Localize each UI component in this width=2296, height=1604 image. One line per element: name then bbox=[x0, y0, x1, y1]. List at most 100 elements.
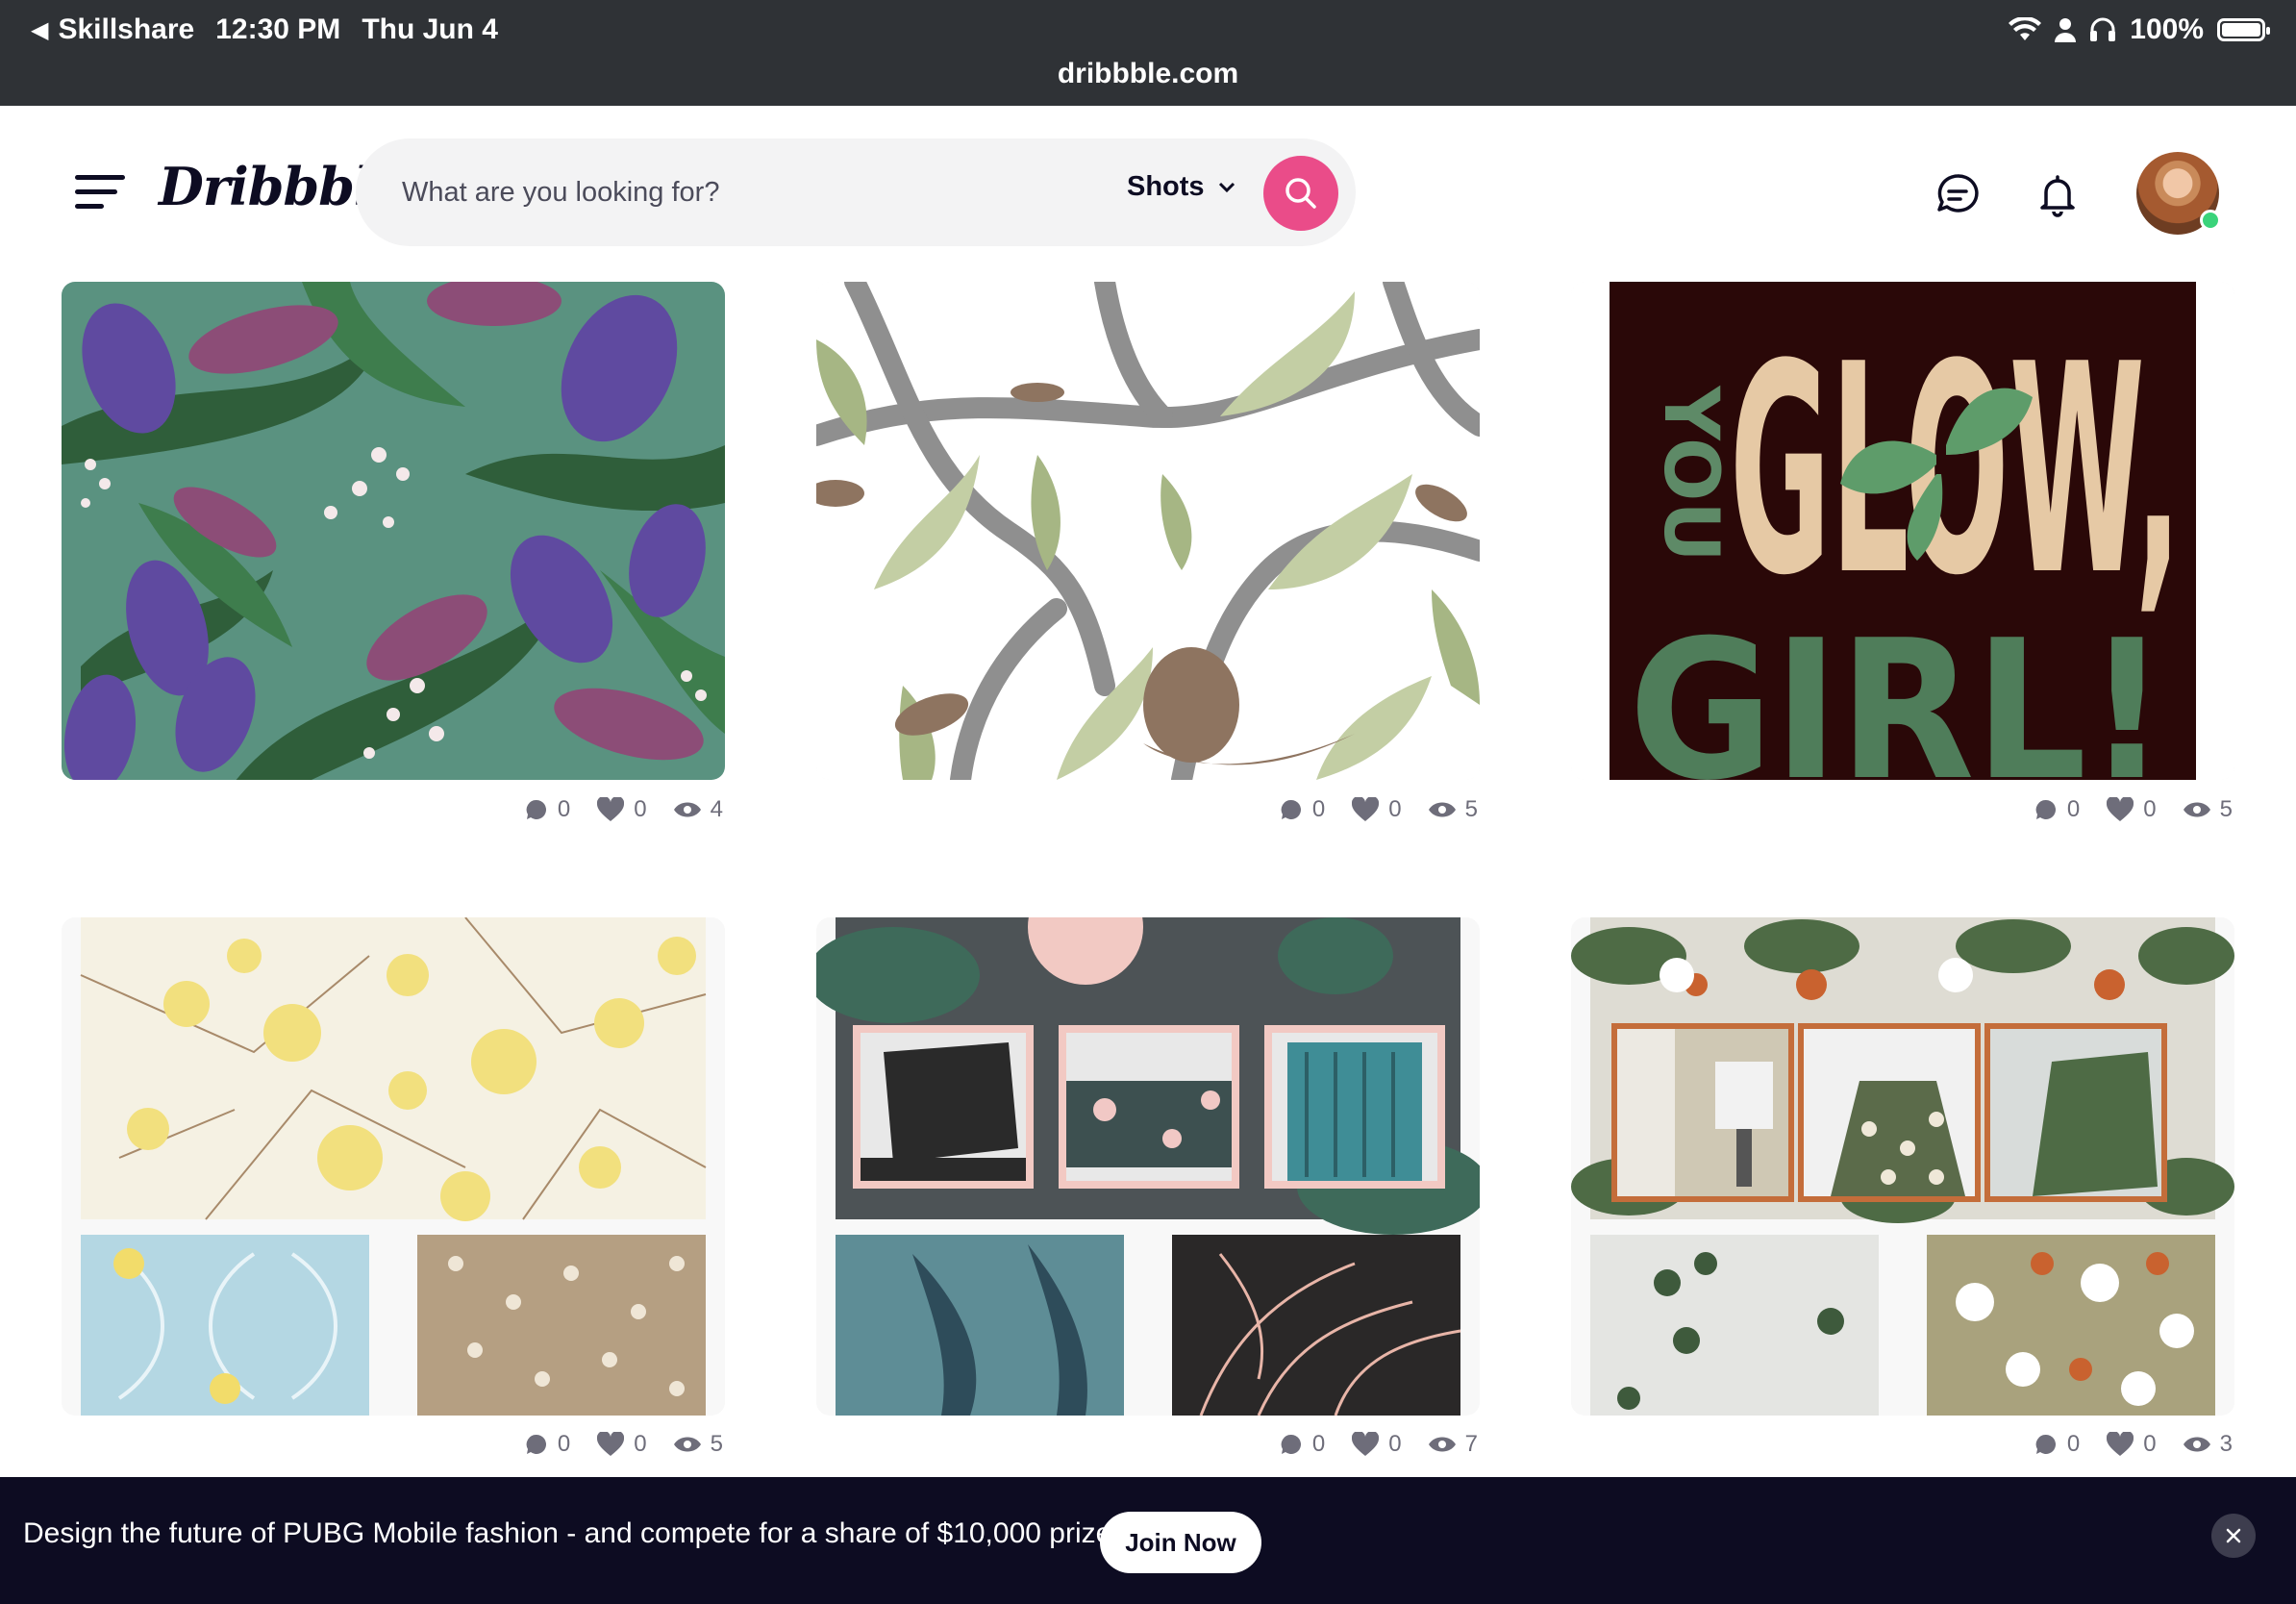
shot-card-3[interactable]: YOU GLOW, GIRL! bbox=[1571, 282, 2234, 780]
likes-count: 0 bbox=[1388, 1431, 1402, 1457]
site-header: Dribbble Shots bbox=[0, 106, 2296, 279]
views-stat: 5 bbox=[1428, 796, 1478, 823]
eye-icon bbox=[673, 1437, 701, 1452]
shot-card-6[interactable] bbox=[1571, 917, 2234, 1416]
shot-thumbnail-1 bbox=[62, 282, 725, 780]
eye-icon bbox=[1428, 1437, 1456, 1452]
comment-icon bbox=[1281, 1434, 1301, 1454]
shot-card-1[interactable] bbox=[62, 282, 725, 780]
shot-stats-2: 0 0 5 bbox=[1280, 796, 1478, 823]
shot-thumbnail-5 bbox=[816, 917, 1480, 1416]
back-app-label[interactable]: Skillshare bbox=[58, 13, 194, 46]
shot-card-5[interactable] bbox=[816, 917, 1480, 1416]
online-status-dot bbox=[2200, 210, 2221, 231]
battery-icon bbox=[2217, 18, 2270, 41]
search-button[interactable] bbox=[1263, 156, 1338, 231]
promo-banner-text: Design the future of PUBG Mobile fashion… bbox=[23, 1517, 1135, 1549]
comments-count: 0 bbox=[1311, 1431, 1326, 1457]
shot-card-4[interactable] bbox=[62, 917, 725, 1416]
shot-stats-3: 0 0 5 bbox=[2034, 796, 2233, 823]
promo-banner: Design the future of PUBG Mobile fashion… bbox=[0, 1477, 2296, 1604]
likes-count: 0 bbox=[2143, 796, 2157, 822]
comments-stat: 0 bbox=[525, 796, 570, 823]
shot-stats-1: 0 0 4 bbox=[525, 796, 723, 823]
views-count: 3 bbox=[2219, 1431, 2233, 1457]
wifi-icon bbox=[2009, 17, 2042, 40]
likes-stat[interactable]: 0 bbox=[1352, 796, 1402, 823]
comment-icon bbox=[2035, 1434, 2056, 1454]
views-count: 7 bbox=[1464, 1431, 1478, 1457]
url-label[interactable]: dribbble.com bbox=[0, 58, 2296, 90]
heart-icon bbox=[597, 1432, 625, 1456]
comment-icon bbox=[526, 1434, 546, 1454]
shot-stats-5: 0 0 7 bbox=[1280, 1431, 1478, 1458]
comments-count: 0 bbox=[557, 1431, 571, 1457]
person-icon bbox=[2055, 18, 2077, 42]
eye-icon bbox=[673, 802, 701, 817]
battery-percent: 100% bbox=[2130, 13, 2204, 45]
likes-stat[interactable]: 0 bbox=[2107, 796, 2157, 823]
shot-thumbnail-2 bbox=[816, 282, 1480, 780]
likes-stat[interactable]: 0 bbox=[597, 1431, 647, 1458]
chevron-down-icon bbox=[1218, 182, 1235, 192]
notifications-bell-icon[interactable] bbox=[2034, 171, 2081, 217]
likes-stat[interactable]: 0 bbox=[597, 796, 647, 823]
status-bar: ◀ Skillshare 12:30 PM Thu Jun 4 100% dri… bbox=[0, 0, 2296, 106]
comments-stat: 0 bbox=[2034, 796, 2080, 823]
comment-icon bbox=[526, 799, 546, 819]
views-stat: 5 bbox=[2183, 796, 2233, 823]
comments-count: 0 bbox=[2066, 796, 2081, 822]
search-icon bbox=[1285, 178, 1316, 209]
comments-stat: 0 bbox=[525, 1431, 570, 1458]
shot-stats-4: 0 0 5 bbox=[525, 1431, 723, 1458]
heart-icon bbox=[597, 797, 625, 821]
eye-icon bbox=[2183, 1437, 2210, 1452]
headphones-icon bbox=[2090, 17, 2116, 41]
comment-icon bbox=[2035, 799, 2056, 819]
search-filter-label: Shots bbox=[1127, 171, 1205, 202]
views-stat: 4 bbox=[673, 796, 723, 823]
views-stat: 5 bbox=[673, 1431, 723, 1458]
close-banner-button[interactable] bbox=[2211, 1514, 2256, 1558]
heart-icon bbox=[1352, 1432, 1380, 1456]
eye-icon bbox=[2183, 802, 2210, 817]
search-bar: Shots bbox=[356, 138, 1356, 246]
views-count: 4 bbox=[710, 796, 723, 822]
messages-icon[interactable] bbox=[1934, 171, 1981, 217]
status-left: ◀ Skillshare 12:30 PM Thu Jun 4 bbox=[31, 13, 498, 46]
likes-count: 0 bbox=[1388, 796, 1402, 822]
views-count: 5 bbox=[710, 1431, 723, 1457]
likes-count: 0 bbox=[634, 796, 647, 822]
heart-icon bbox=[2107, 797, 2134, 821]
views-count: 5 bbox=[1464, 796, 1478, 822]
views-stat: 7 bbox=[1428, 1431, 1478, 1458]
lettering-girl: GIRL! bbox=[1629, 599, 2167, 780]
likes-count: 0 bbox=[634, 1431, 647, 1457]
status-time: 12:30 PM bbox=[215, 13, 341, 45]
likes-stat[interactable]: 0 bbox=[1352, 1431, 1402, 1458]
shot-thumbnail-6 bbox=[1571, 917, 2234, 1416]
heart-icon bbox=[2107, 1432, 2134, 1456]
shot-card-2[interactable] bbox=[816, 282, 1480, 780]
close-icon bbox=[2226, 1528, 2241, 1543]
comments-stat: 0 bbox=[1280, 796, 1325, 823]
shot-thumbnail-4 bbox=[62, 917, 725, 1416]
likes-stat[interactable]: 0 bbox=[2107, 1431, 2157, 1458]
heart-icon bbox=[1352, 797, 1380, 821]
status-right: 100% bbox=[2009, 13, 2270, 46]
shot-thumbnail-3: YOU GLOW, GIRL! bbox=[1571, 282, 2234, 780]
lettering-glow: GLOW, bbox=[1730, 303, 2182, 639]
hamburger-menu-icon[interactable] bbox=[75, 173, 125, 212]
views-count: 5 bbox=[2219, 796, 2233, 822]
comments-stat: 0 bbox=[2034, 1431, 2080, 1458]
status-date: Thu Jun 4 bbox=[362, 13, 498, 45]
views-stat: 3 bbox=[2183, 1431, 2233, 1458]
search-input[interactable] bbox=[402, 167, 1017, 217]
comments-stat: 0 bbox=[1280, 1431, 1325, 1458]
shot-stats-6: 0 0 3 bbox=[2034, 1431, 2233, 1458]
likes-count: 0 bbox=[2143, 1431, 2157, 1457]
comments-count: 0 bbox=[1311, 796, 1326, 822]
back-arrow-icon[interactable]: ◀ bbox=[31, 16, 48, 44]
join-now-button[interactable]: Join Now bbox=[1100, 1512, 1261, 1573]
search-filter-dropdown[interactable]: Shots bbox=[1127, 171, 1235, 203]
